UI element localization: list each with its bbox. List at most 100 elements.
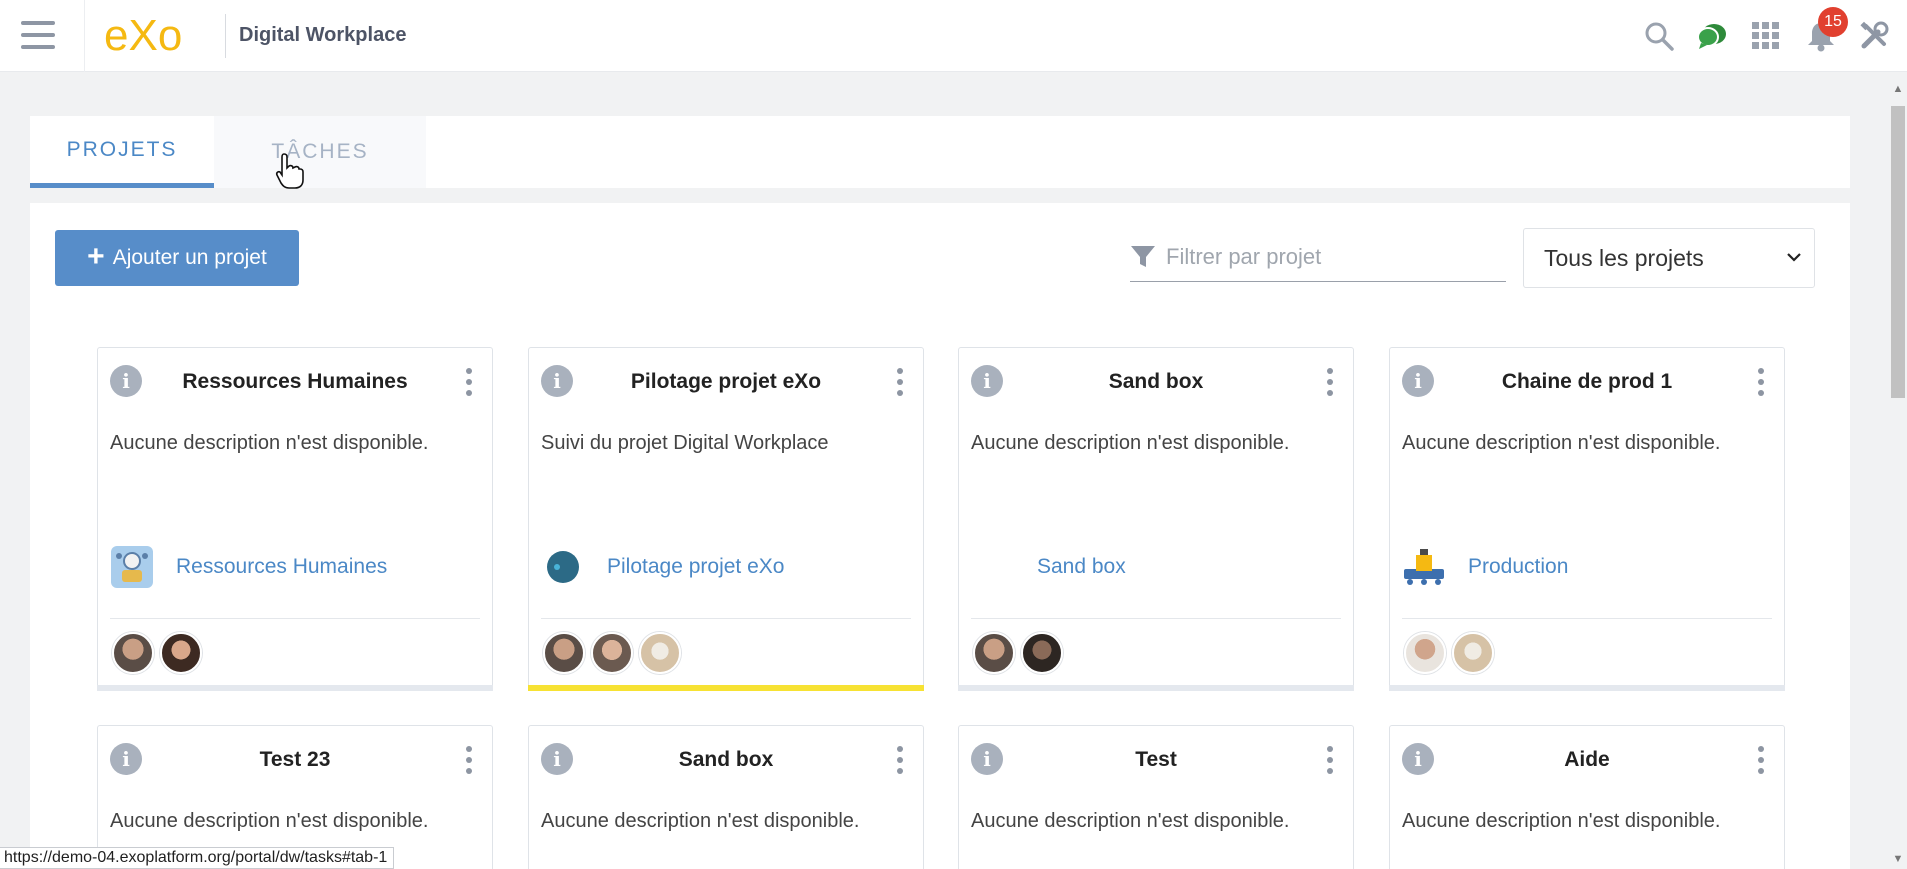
space-sandbox-icon (971, 545, 1015, 589)
project-card[interactable]: i Ressources Humaines Aucune description… (97, 347, 493, 691)
space-link[interactable]: Sand box (1037, 555, 1126, 579)
avatar[interactable] (973, 632, 1015, 674)
search-icon[interactable] (1640, 17, 1678, 55)
avatar[interactable] (1021, 632, 1063, 674)
scroll-up-icon[interactable]: ▲ (1891, 82, 1905, 96)
top-bar: eXo Digital Workplace 15 (0, 0, 1907, 72)
plus-icon: + (87, 239, 105, 273)
project-filter (1130, 232, 1506, 282)
card-title: Ressources Humaines (182, 370, 408, 393)
tab-taches[interactable]: TÂCHES (214, 116, 426, 188)
notification-badge[interactable]: 15 (1818, 7, 1848, 37)
avatar[interactable] (591, 632, 633, 674)
card-space: Ressources Humaines (110, 544, 480, 590)
more-options-icon[interactable] (891, 746, 909, 774)
info-icon[interactable]: i (541, 743, 573, 775)
card-description: Aucune description n'est disponible. (971, 432, 1290, 454)
select-value: Tous les projets (1544, 244, 1704, 271)
card-description: Aucune description n'est disponible. (1402, 810, 1721, 832)
avatar[interactable] (543, 632, 585, 674)
card-title: Aide (1564, 748, 1610, 771)
card-footer-bar (1389, 685, 1785, 691)
card-header: i Test (959, 726, 1353, 794)
card-space: Sand box (971, 544, 1341, 590)
menu-icon[interactable] (21, 21, 55, 49)
project-card[interactable]: i Chaine de prod 1 Aucune description n'… (1389, 347, 1785, 691)
tabs-bar: PROJETS TÂCHES (30, 116, 1850, 188)
more-options-icon[interactable] (891, 368, 909, 396)
apps-grid-icon[interactable] (1747, 17, 1785, 55)
more-options-icon[interactable] (1752, 368, 1770, 396)
avatar[interactable] (1452, 632, 1494, 674)
more-options-icon[interactable] (460, 746, 478, 774)
info-icon[interactable]: i (541, 365, 573, 397)
card-divider (971, 618, 1341, 619)
space-exo-icon (541, 545, 585, 589)
card-space: Production (1402, 544, 1772, 590)
card-title: Chaine de prod 1 (1501, 370, 1673, 393)
status-url: https://demo-04.exoplatform.org/portal/d… (0, 847, 395, 869)
space-link[interactable]: Pilotage projet eXo (607, 555, 784, 579)
info-icon[interactable]: i (110, 743, 142, 775)
project-card[interactable]: i Aide Aucune description n'est disponib… (1389, 725, 1785, 869)
scroll-down-icon[interactable]: ▼ (1891, 852, 1905, 866)
more-options-icon[interactable] (460, 368, 478, 396)
filter-icon (1131, 245, 1155, 267)
card-members (543, 632, 681, 674)
avatar[interactable] (1404, 632, 1446, 674)
space-link[interactable]: Production (1468, 555, 1568, 579)
add-project-button[interactable]: + Ajouter un projet (55, 230, 299, 286)
add-project-label: Ajouter un projet (112, 246, 267, 269)
card-members (112, 632, 202, 674)
card-title: Sand box (1108, 370, 1204, 393)
avatar[interactable] (112, 632, 154, 674)
card-divider (541, 618, 911, 619)
project-card[interactable]: i Sand box Aucune description n'est disp… (528, 725, 924, 869)
info-icon[interactable]: i (1402, 365, 1434, 397)
avatar[interactable] (160, 632, 202, 674)
tab-projets[interactable]: PROJETS (30, 116, 214, 188)
card-members (1404, 632, 1494, 674)
project-card[interactable]: i Test Aucune description n'est disponib… (958, 725, 1354, 869)
more-options-icon[interactable] (1321, 746, 1339, 774)
more-options-icon[interactable] (1752, 746, 1770, 774)
projects-select[interactable]: Tous les projets (1523, 228, 1815, 288)
info-icon[interactable]: i (971, 365, 1003, 397)
card-footer-bar (97, 685, 493, 691)
filter-input[interactable] (1166, 243, 1486, 270)
card-title: Test 23 (259, 748, 331, 771)
space-link[interactable]: Ressources Humaines (176, 555, 387, 579)
avatar[interactable] (639, 632, 681, 674)
card-header: i Aide (1390, 726, 1784, 794)
info-icon[interactable]: i (110, 365, 142, 397)
project-card[interactable]: i Sand box Aucune description n'est disp… (958, 347, 1354, 691)
more-options-icon[interactable] (1321, 368, 1339, 396)
card-title: Pilotage projet eXo (630, 370, 822, 393)
card-header: i Chaine de prod 1 (1390, 348, 1784, 416)
exo-logo[interactable]: eXo (102, 10, 210, 60)
card-description: Aucune description n'est disponible. (110, 432, 429, 454)
project-card[interactable]: i Pilotage projet eXo Suivi du projet Di… (528, 347, 924, 691)
info-icon[interactable]: i (1402, 743, 1434, 775)
divider (84, 0, 85, 72)
card-header: i Sand box (529, 726, 923, 794)
admin-tools-icon[interactable] (1855, 17, 1893, 55)
card-header: i Test 23 (98, 726, 492, 794)
card-header: i Sand box (959, 348, 1353, 416)
space-production-icon (1402, 545, 1446, 589)
card-header: i Pilotage projet eXo (529, 348, 923, 416)
card-description: Aucune description n'est disponible. (971, 810, 1290, 832)
info-icon[interactable]: i (971, 743, 1003, 775)
card-divider (1402, 618, 1772, 619)
card-description: Aucune description n'est disponible. (110, 810, 429, 832)
space-hr-icon (110, 545, 154, 589)
chat-icon[interactable] (1693, 17, 1731, 55)
scrollbar-thumb[interactable] (1891, 106, 1905, 398)
card-footer-bar (958, 685, 1354, 691)
card-description: Aucune description n'est disponible. (1402, 432, 1721, 454)
logo-divider (225, 14, 226, 58)
card-space: Pilotage projet eXo (541, 544, 911, 590)
card-divider (110, 618, 480, 619)
logo-text: eXo (104, 11, 182, 60)
card-description: Aucune description n'est disponible. (541, 810, 860, 832)
